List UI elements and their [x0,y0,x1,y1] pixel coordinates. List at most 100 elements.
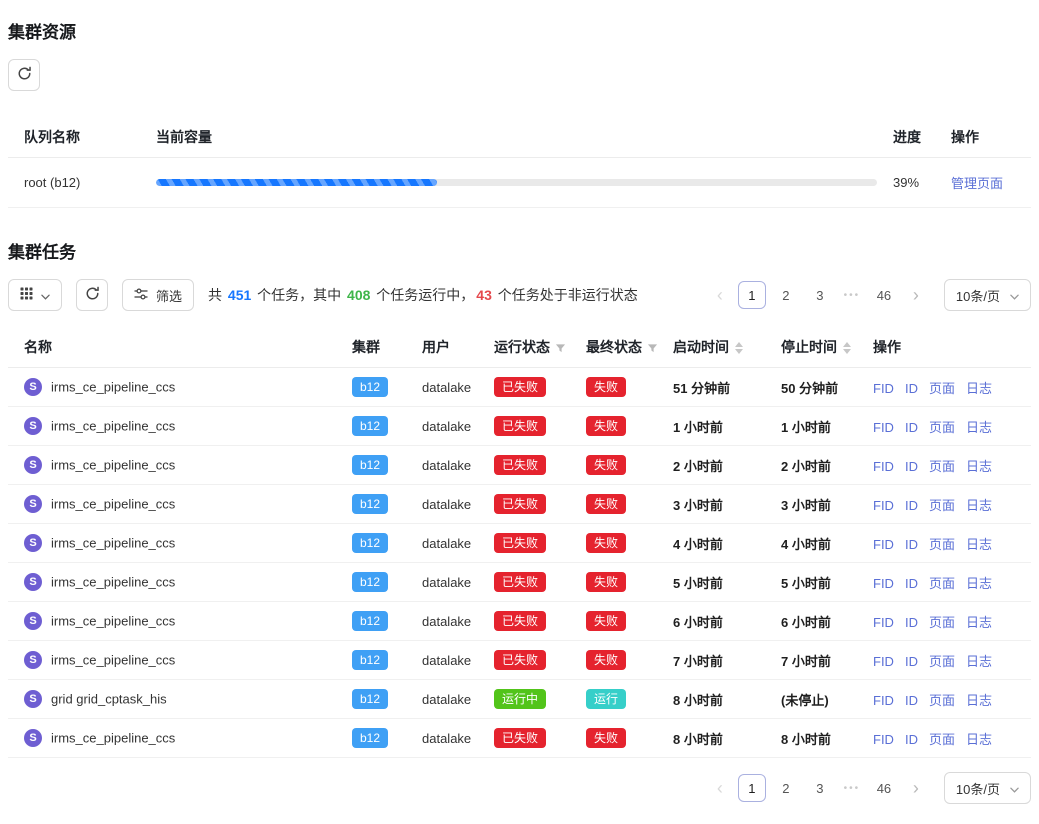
task-action-link[interactable]: 页面 [929,537,955,552]
page-3-button[interactable]: 3 [806,774,834,802]
page-3-button[interactable]: 3 [806,281,834,309]
tasks-refresh-button[interactable] [76,279,108,311]
task-action-link[interactable]: FID [873,459,894,474]
task-action-link[interactable]: 页面 [929,576,955,591]
task-action-link[interactable]: ID [905,420,918,435]
final-status-badge: 失败 [586,416,626,436]
final-status-badge: 失败 [586,650,626,670]
cluster-badge: b12 [352,494,388,514]
task-action-link[interactable]: 页面 [929,732,955,747]
task-action-link[interactable]: ID [905,498,918,513]
task-name: irms_ce_pipeline_ccs [51,731,175,746]
task-action-link[interactable]: 日志 [966,654,992,669]
cluster-resources-title: 集群资源 [8,18,1031,43]
task-action-link[interactable]: 页面 [929,459,955,474]
start-time: 8 小时前 [665,719,773,758]
next-page-button[interactable]: › [904,774,928,802]
start-time: 4 小时前 [665,524,773,563]
task-user: datalake [422,380,471,395]
task-action-link[interactable]: 日志 [966,576,992,591]
task-action-link[interactable]: FID [873,576,894,591]
task-action-link[interactable]: 日志 [966,693,992,708]
task-action-link[interactable]: FID [873,420,894,435]
resources-header-queue: 队列名称 [8,117,148,158]
task-name: irms_ce_pipeline_ccs [51,653,175,668]
filter-button[interactable]: 筛选 [122,279,194,311]
stop-time: 50 分钟前 [773,368,865,407]
page-46-button[interactable]: 46 [870,281,898,309]
refresh-icon [85,286,100,304]
task-action-link[interactable]: ID [905,381,918,396]
resources-header-capacity: 当前容量 [148,117,885,158]
task-action-link[interactable]: ID [905,732,918,747]
cluster-badge: b12 [352,689,388,709]
task-name: irms_ce_pipeline_ccs [51,458,175,473]
manage-page-link[interactable]: 管理页面 [951,176,1003,191]
stop-time-sort-icon[interactable] [843,342,851,354]
chevron-down-icon [1010,288,1019,303]
cluster-badge: b12 [352,728,388,748]
task-row: Sirms_ce_pipeline_ccsb12datalake已失败失败5 小… [8,563,1031,602]
page-2-button[interactable]: 2 [772,774,800,802]
run-status-filter-icon[interactable] [555,343,566,354]
resources-header-action: 操作 [943,117,1031,158]
spark-avatar-icon: S [24,534,42,552]
task-action-link[interactable]: FID [873,537,894,552]
prev-page-button[interactable]: ‹ [708,281,732,309]
task-name: irms_ce_pipeline_ccs [51,575,175,590]
task-action-link[interactable]: ID [905,615,918,630]
spark-avatar-icon: S [24,495,42,513]
task-user: datalake [422,653,471,668]
spark-avatar-icon: S [24,729,42,747]
start-time: 1 小时前 [665,407,773,446]
task-action-link[interactable]: 页面 [929,498,955,513]
cluster-badge: b12 [352,416,388,436]
resources-header-row: 队列名称 当前容量 进度 操作 [8,117,1031,158]
cluster-badge: b12 [352,377,388,397]
task-action-link[interactable]: FID [873,498,894,513]
task-action-link[interactable]: 日志 [966,615,992,630]
task-action-link[interactable]: ID [905,459,918,474]
page-1-button[interactable]: 1 [738,774,766,802]
task-action-link[interactable]: 页面 [929,615,955,630]
task-action-link[interactable]: ID [905,537,918,552]
tasks-header-final-status: 最终状态 [578,327,665,368]
page-size-select[interactable]: 10条/页 [944,772,1031,804]
page-2-button[interactable]: 2 [772,281,800,309]
task-action-link[interactable]: 日志 [966,498,992,513]
task-action-link[interactable]: 日志 [966,381,992,396]
task-action-link[interactable]: ID [905,654,918,669]
start-time-sort-icon[interactable] [735,342,743,354]
page-size-select[interactable]: 10条/页 [944,279,1031,311]
task-action-link[interactable]: 页面 [929,420,955,435]
final-status-filter-icon[interactable] [647,343,658,354]
page-size-value: 10条/页 [956,779,1000,798]
prev-page-button[interactable]: ‹ [708,774,732,802]
cluster-badge: b12 [352,611,388,631]
task-action-link[interactable]: 日志 [966,537,992,552]
page-46-button[interactable]: 46 [870,774,898,802]
start-time: 2 小时前 [665,446,773,485]
task-action-link[interactable]: FID [873,732,894,747]
task-action-link[interactable]: FID [873,381,894,396]
page-1-button[interactable]: 1 [738,281,766,309]
task-action-link[interactable]: ID [905,576,918,591]
summary-text: 共 [208,287,226,303]
task-action-link[interactable]: FID [873,654,894,669]
task-action-link[interactable]: 页面 [929,693,955,708]
task-row: Sirms_ce_pipeline_ccsb12datalake已失败失败8 小… [8,719,1031,758]
task-action-link[interactable]: ID [905,693,918,708]
task-action-link[interactable]: 页面 [929,381,955,396]
task-action-link[interactable]: FID [873,615,894,630]
task-action-link[interactable]: 日志 [966,420,992,435]
task-action-link[interactable]: 日志 [966,732,992,747]
task-action-link[interactable]: 日志 [966,459,992,474]
column-settings-dropdown-button[interactable] [8,279,62,311]
queue-progress-percent: 39% [885,158,943,208]
resources-refresh-button[interactable] [8,59,40,91]
task-action-link[interactable]: FID [873,693,894,708]
cluster-tasks-title: 集群任务 [8,238,1031,263]
task-name: irms_ce_pipeline_ccs [51,497,175,512]
task-action-link[interactable]: 页面 [929,654,955,669]
next-page-button[interactable]: › [904,281,928,309]
